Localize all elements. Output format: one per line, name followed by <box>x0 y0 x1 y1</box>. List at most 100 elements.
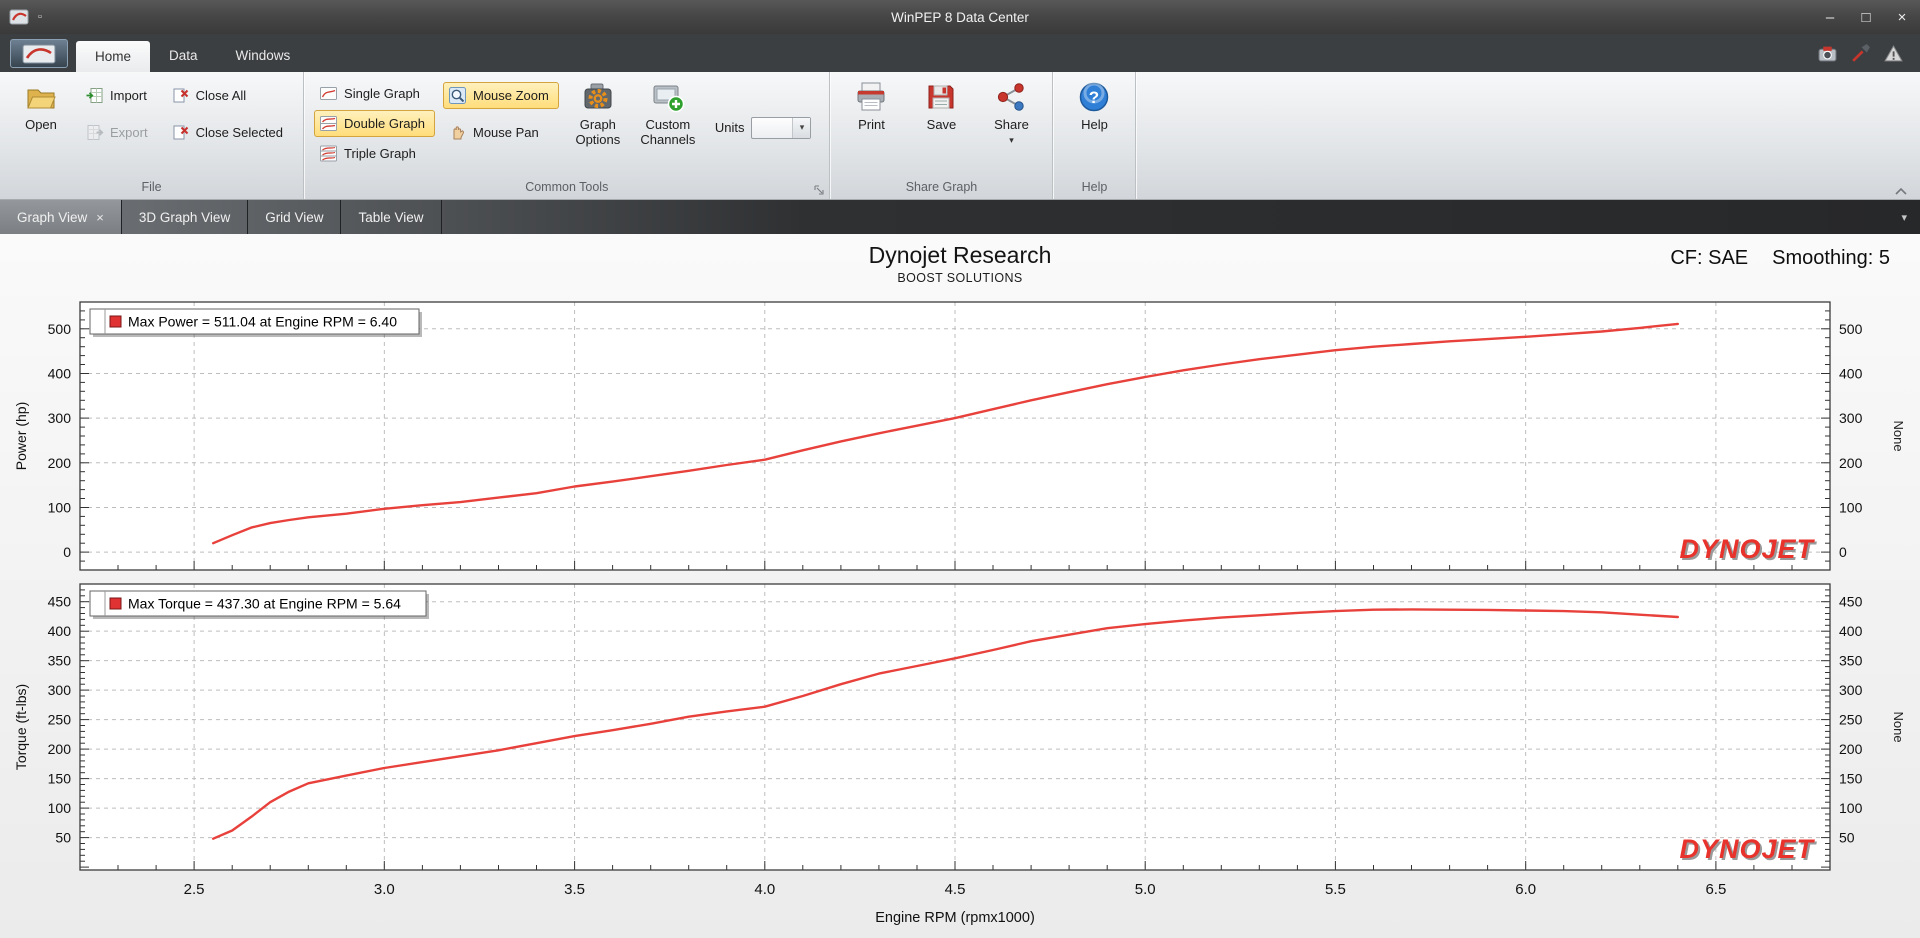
x-tick-label: 6.0 <box>1515 881 1536 898</box>
y-tick-label: 200 <box>1839 455 1863 471</box>
close-all-icon <box>171 86 190 105</box>
mouse-pan-button[interactable]: Mouse Pan <box>443 119 559 146</box>
tab-table-view[interactable]: Table View <box>341 200 442 234</box>
close-selected-button[interactable]: Close Selected <box>166 119 293 146</box>
x-axis-label: Engine RPM (rpmx1000) <box>875 910 1035 926</box>
triple-graph-icon <box>319 144 338 163</box>
mouse-pan-icon <box>448 123 467 142</box>
x-tick-label: 4.0 <box>754 881 775 898</box>
app-icon <box>9 7 29 27</box>
close-all-button[interactable]: Close All <box>166 82 293 109</box>
print-icon <box>854 80 888 114</box>
y-tick-label: 350 <box>1839 653 1863 669</box>
y-tick-label: 100 <box>48 499 72 515</box>
graph-options-button[interactable]: Graph Options <box>567 77 629 150</box>
units-dropdown-icon[interactable]: ▾ <box>792 117 811 138</box>
x-tick-label: 4.5 <box>945 881 966 898</box>
ribbon-tabbar: Home Data Windows <box>0 34 1920 72</box>
export-icon <box>85 123 104 142</box>
share-button[interactable]: Share ▾ <box>980 77 1042 148</box>
right-axis-label: None <box>1891 711 1906 742</box>
help-button[interactable]: ? Help <box>1063 77 1125 136</box>
close-all-label: Close All <box>195 88 247 103</box>
x-tick-label: 2.5 <box>184 881 205 898</box>
units-select[interactable]: ▾ <box>751 116 812 139</box>
ribbon-tab-data[interactable]: Data <box>150 39 217 72</box>
camera-icon[interactable] <box>1817 43 1838 64</box>
import-icon <box>85 86 104 105</box>
y-tick-label: 100 <box>1839 800 1863 816</box>
ribbon-group-file: Open Import Export Close All Close Selec… <box>0 72 305 199</box>
ribbon-body: Open Import Export Close All Close Selec… <box>0 72 1920 200</box>
app-menu-button[interactable] <box>10 39 68 68</box>
tab-list-dropdown-icon[interactable]: ▾ <box>1901 211 1920 224</box>
y-tick-label: 100 <box>48 800 72 816</box>
tab-graph-view[interactable]: Graph View × <box>0 200 122 234</box>
y-tick-label: 300 <box>48 682 72 698</box>
ribbon-collapse-button[interactable] <box>1894 183 1908 195</box>
open-button[interactable]: Open <box>10 77 72 136</box>
triple-graph-button[interactable]: Triple Graph <box>314 140 435 167</box>
tab-3d-graph-view[interactable]: 3D Graph View <box>122 200 249 234</box>
graph-view-panel: Dynojet Research BOOST SOLUTIONS CF: SAE… <box>0 234 1920 938</box>
y-tick-label: 200 <box>48 455 72 471</box>
import-button[interactable]: Import <box>80 82 158 109</box>
units-label: Units <box>714 120 745 135</box>
custom-channels-button[interactable]: Custom Channels <box>637 77 699 150</box>
window-title: WinPEP 8 Data Center <box>891 9 1029 25</box>
mouse-zoom-label: Mouse Zoom <box>472 88 549 103</box>
graph-options-label: Graph Options <box>575 117 621 147</box>
close-selected-icon <box>171 123 190 142</box>
y-tick-label: 450 <box>48 594 72 610</box>
common-tools-dialog-launcher-icon[interactable] <box>813 183 825 195</box>
torque-chart[interactable]: 50 50 100 100 150 150 200 200 250 250 300 300 350 350… <box>0 578 1920 930</box>
close-tab-icon[interactable]: × <box>96 210 104 225</box>
mouse-zoom-icon <box>448 86 467 105</box>
tab-grid-view-label: Grid View <box>265 209 324 225</box>
graph-options-gear-icon <box>581 80 615 114</box>
y-tick-label: 100 <box>1839 499 1863 515</box>
minimize-button[interactable]: – <box>1812 0 1848 34</box>
double-graph-button[interactable]: Double Graph <box>314 110 435 137</box>
y-tick-label: 400 <box>48 365 72 381</box>
ribbon-group-help: ? Help Help <box>1053 72 1137 199</box>
print-button[interactable]: Print <box>840 77 902 136</box>
close-button[interactable]: × <box>1884 0 1920 34</box>
help-label: Help <box>1081 117 1108 132</box>
y-tick-label: 0 <box>1839 544 1847 560</box>
ribbon-group-share: Print Save Share ▾ Share Graph <box>830 72 1054 199</box>
y-tick-label: 250 <box>48 712 72 728</box>
single-graph-button[interactable]: Single Graph <box>314 80 435 107</box>
tab-3d-graph-view-label: 3D Graph View <box>138 209 231 225</box>
export-button[interactable]: Export <box>80 119 158 146</box>
winpep-logo-icon <box>22 44 56 64</box>
alert-icon[interactable] <box>1883 43 1904 64</box>
ribbon-tab-home[interactable]: Home <box>76 41 151 72</box>
winpep-window: ▫ WinPEP 8 Data Center – □ × Home Data W… <box>0 0 1920 938</box>
y-axis-label: Torque (ft-lbs) <box>13 684 29 770</box>
tab-grid-view[interactable]: Grid View <box>248 200 342 234</box>
ribbon-tab-windows[interactable]: Windows <box>217 39 310 72</box>
legend-text: Max Torque = 437.30 at Engine RPM = 5.64 <box>128 596 401 612</box>
y-tick-label: 400 <box>1839 365 1863 381</box>
y-tick-label: 150 <box>48 771 72 787</box>
power-chart[interactable]: 0 0 100 100 200 200 300 300 400 400 500 500 Power (h… <box>0 290 1920 578</box>
svg-text:?: ? <box>1089 88 1099 107</box>
share-dropdown-icon[interactable]: ▾ <box>1009 135 1014 145</box>
share-icon <box>994 80 1028 114</box>
maximize-button[interactable]: □ <box>1848 0 1884 34</box>
share-label: Share <box>994 117 1029 132</box>
help-icon: ? <box>1077 80 1111 114</box>
mouse-zoom-button[interactable]: Mouse Zoom <box>442 82 559 109</box>
y-tick-label: 150 <box>1839 771 1863 787</box>
quick-access-customize-icon[interactable]: ▫ <box>38 11 42 23</box>
y-tick-label: 450 <box>1839 594 1863 610</box>
paint-icon[interactable] <box>1850 43 1871 64</box>
y-tick-label: 0 <box>63 544 71 560</box>
graph-subtitle: BOOST SOLUTIONS <box>897 271 1023 285</box>
y-tick-label: 400 <box>1839 623 1863 639</box>
y-tick-label: 500 <box>48 321 72 337</box>
save-button[interactable]: Save <box>910 77 972 136</box>
share-group-label: Share Graph <box>905 180 978 194</box>
cf-label: CF: SAE <box>1670 247 1749 269</box>
